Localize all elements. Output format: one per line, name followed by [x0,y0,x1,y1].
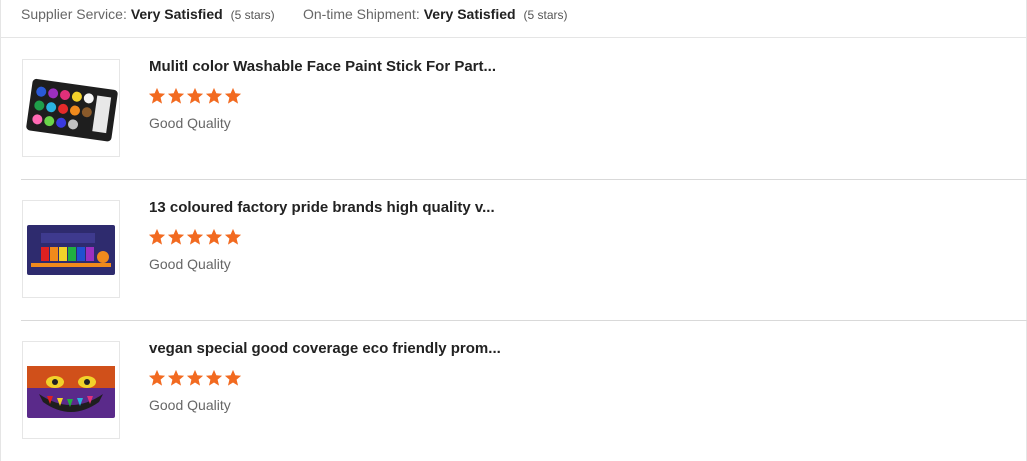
supplier-service-stars-text: (5 stars) [230,8,275,22]
star-icon [167,369,185,386]
review-star-rating [148,228,243,248]
star-icon [224,87,242,104]
product-title[interactable]: vegan special good coverage eco friendly… [149,340,501,357]
review-item: 13 coloured factory pride brands high qu… [21,180,1027,321]
product-thumbnail[interactable] [22,200,120,298]
supplier-service-label: Supplier Service: [21,6,127,22]
supplier-service-value: Very Satisfied [130,6,223,22]
star-icon [224,228,242,245]
on-time-shipment-value: Very Satisfied [423,6,516,22]
review-item: Mulitl color Washable Face Paint Stick F… [21,39,1027,180]
review-star-rating [148,369,243,389]
review-star-rating [148,87,243,107]
face-paint-palette-image [27,225,115,275]
star-icon [148,87,166,104]
star-icon [148,369,166,386]
product-title[interactable]: Mulitl color Washable Face Paint Stick F… [149,58,496,75]
on-time-shipment-rating: On-time Shipment: Very Satisfied (5 stars) [303,6,568,22]
star-icon [205,369,223,386]
star-icon [148,228,166,245]
review-quality-text: Good Quality [149,115,231,131]
reviews-panel: Supplier Service: Very Satisfied (5 stars)… [0,0,1027,461]
face-paint-palette-image [26,78,118,142]
star-icon [205,87,223,104]
review-quality-text: Good Quality [149,397,231,413]
on-time-shipment-label: On-time Shipment: [303,6,420,22]
product-thumbnail[interactable] [22,341,120,439]
review-quality-text: Good Quality [149,256,231,272]
face-paint-palette-image [27,366,115,418]
star-icon [167,87,185,104]
supplier-service-rating: Supplier Service: Very Satisfied (5 stars) [21,6,275,22]
product-title[interactable]: 13 coloured factory pride brands high qu… [149,199,495,216]
on-time-shipment-stars-text: (5 stars) [523,8,568,22]
star-icon [224,369,242,386]
star-icon [186,369,204,386]
supplier-ratings-bar: Supplier Service: Very Satisfied (5 stars)… [1,0,1026,38]
star-icon [186,228,204,245]
product-thumbnail[interactable] [22,59,120,157]
review-item: vegan special good coverage eco friendly… [21,321,1027,461]
star-icon [205,228,223,245]
star-icon [167,228,185,245]
star-icon [186,87,204,104]
